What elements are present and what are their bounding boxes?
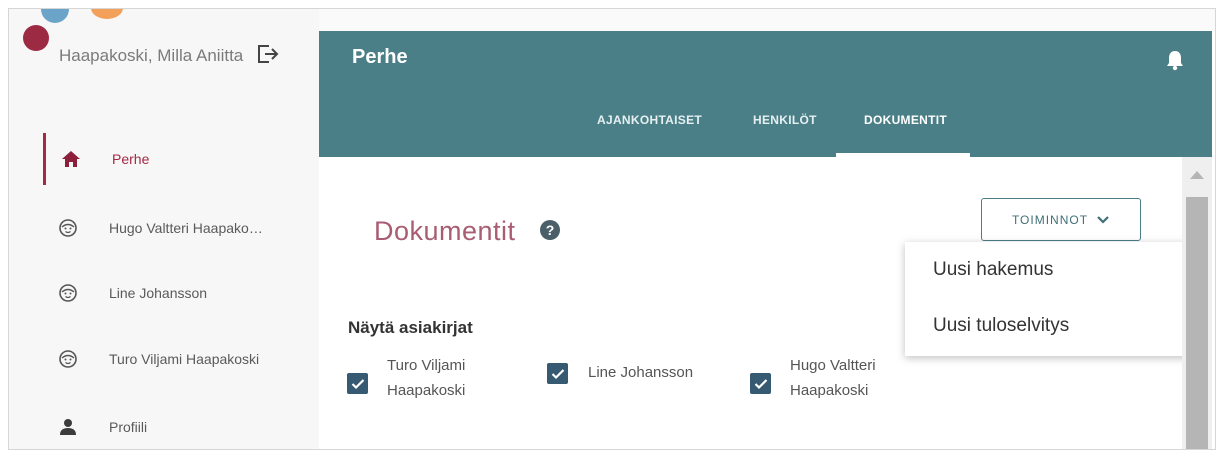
sidebar-item-label: Perhe [112, 151, 150, 167]
scroll-up-arrow-icon[interactable] [1190, 171, 1204, 179]
sidebar-item-label: Line Johansson [109, 285, 208, 301]
chevron-down-icon [1097, 215, 1109, 224]
child-face-icon [57, 282, 79, 304]
menu-item-uusi-hakemus[interactable]: Uusi hakemus [933, 259, 1053, 281]
scrollbar[interactable] [1182, 157, 1212, 449]
header-bar: Perhe AJANKOHTAISET HENKILÖT DOKUMENTIT [319, 31, 1212, 157]
sidebar-item-label: Turo Viljami Haapakoski [109, 351, 260, 367]
tab-henkilot[interactable]: HENKILÖT [753, 113, 817, 127]
filter-label-line: Hugo Valtteri [790, 357, 876, 374]
filter-label-line: Haapakoski [387, 382, 466, 399]
logo-shape-red [23, 25, 49, 51]
tab-dokumentit[interactable]: DOKUMENTIT [864, 113, 947, 127]
help-icon[interactable]: ? [540, 220, 560, 240]
child-face-icon [57, 217, 79, 239]
bell-icon[interactable] [1165, 49, 1185, 71]
checkbox-line[interactable] [547, 363, 568, 384]
sidebar-item-hugo[interactable]: Hugo Valtteri Haapako… [43, 202, 313, 254]
scrollbar-thumb[interactable] [1186, 197, 1208, 449]
sidebar-item-label: Profiili [109, 419, 148, 435]
active-tab-indicator [836, 153, 970, 157]
sidebar-item-perhe[interactable]: Perhe [43, 133, 313, 185]
menu-item-uusi-tuloselvitys[interactable]: Uusi tuloselvitys [933, 315, 1069, 337]
main-content: Perhe AJANKOHTAISET HENKILÖT DOKUMENTIT … [319, 31, 1215, 449]
sidebar-item-profiili[interactable]: Profiili [43, 401, 313, 449]
filter-label-line: Haapakoski [790, 382, 869, 399]
sidebar-item-label: Hugo Valtteri Haapako… [109, 220, 263, 236]
actions-button[interactable]: TOIMINNOT [981, 198, 1141, 241]
filter-label-line-johansson: Line Johansson [588, 364, 694, 381]
home-icon [60, 148, 82, 170]
person-icon [57, 416, 79, 438]
filter-label-hugo: Hugo Valtteri Haapakoski [790, 353, 876, 403]
filter-label-turo: Turo Viljami Haapakoski [387, 353, 465, 403]
page-section-title: Perhe [352, 46, 408, 68]
filter-title: Näytä asiakirjat [348, 318, 473, 337]
logout-icon[interactable] [256, 43, 280, 65]
app-window: Haapakoski, Milla Aniitta Perhe Hugo Val… [8, 8, 1216, 450]
logo-shape-blue [41, 9, 69, 23]
sidebar: Haapakoski, Milla Aniitta Perhe Hugo Val… [9, 9, 319, 449]
tab-ajankohtaiset[interactable]: AJANKOHTAISET [597, 113, 702, 127]
actions-button-label: TOIMINNOT [1011, 212, 1089, 227]
sidebar-item-line[interactable]: Line Johansson [43, 267, 313, 319]
sidebar-item-turo[interactable]: Turo Viljami Haapakoski [43, 333, 313, 385]
checkmark-icon [551, 368, 564, 379]
checkbox-turo[interactable] [347, 373, 368, 394]
checkmark-icon [351, 378, 364, 389]
child-face-icon [57, 348, 79, 370]
actions-dropdown-menu: Uusi hakemus Uusi tuloselvitys [905, 242, 1203, 356]
checkmark-icon [754, 378, 767, 389]
filter-label-line: Turo Viljami [387, 357, 466, 374]
user-name: Haapakoski, Milla Aniitta [59, 46, 244, 65]
logo-shape-orange [91, 9, 123, 19]
checkbox-hugo[interactable] [750, 373, 771, 394]
page-title: Dokumentit [374, 216, 516, 246]
